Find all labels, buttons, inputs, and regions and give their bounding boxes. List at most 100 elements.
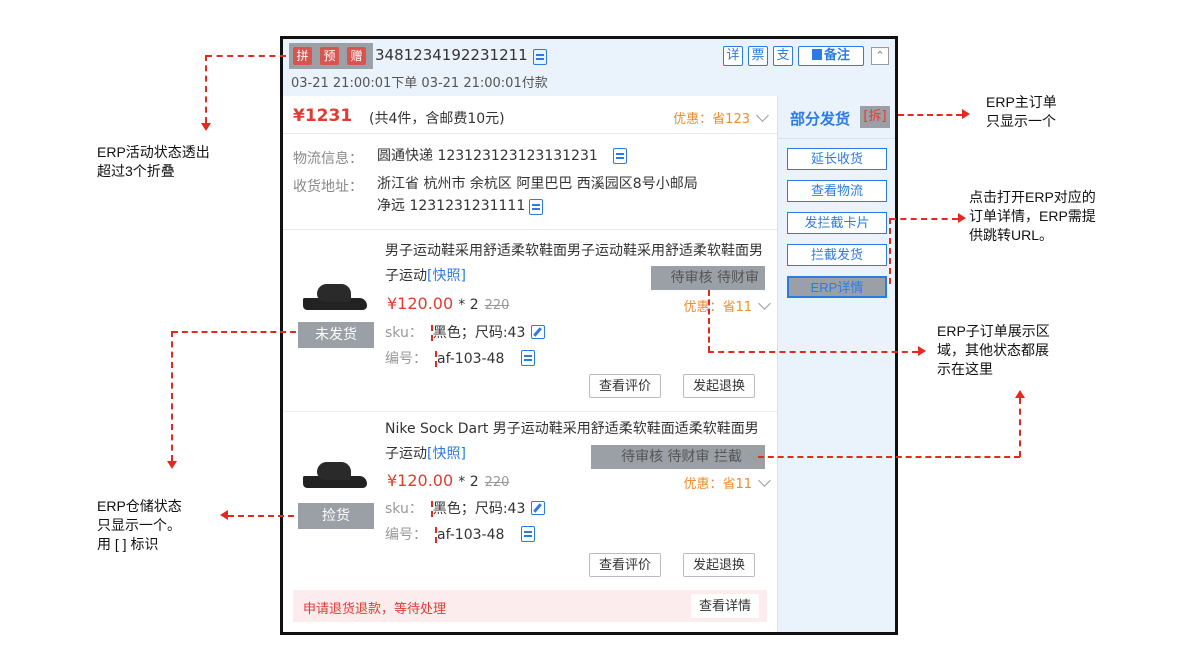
address-line-1: 浙江省 杭州市 余杭区 阿里巴巴 西溪园区8号小邮局 [377, 176, 698, 192]
annotation-line: ERP仓储状态 [97, 498, 182, 514]
copy-icon[interactable] [529, 199, 543, 215]
logistics-label: 物流信息： [293, 151, 363, 167]
invoice-button[interactable]: 票 [748, 46, 768, 66]
annotation-line: 超过3个折叠 [97, 163, 175, 179]
view-review-button[interactable]: 查看评价 [589, 553, 662, 577]
item-discount-label: 优惠：省11 [683, 477, 752, 492]
return-exchange-button[interactable]: 发起退换 [683, 553, 756, 577]
divider [778, 138, 895, 139]
price-value: ¥120.00 [387, 471, 454, 490]
return-exchange-button[interactable]: 发起退换 [683, 374, 756, 398]
chevron-down-icon [758, 474, 771, 487]
order-summary: ¥1231 (共4件，含邮费10元) 优惠：省123 [283, 96, 777, 134]
annotation-line: 订单详情，ERP需提 [969, 208, 1096, 224]
logistics-section: 物流信息： 圆通快递 123123123123131231 收货地址： 浙江省 … [283, 134, 777, 230]
code-label: 编号： [385, 351, 427, 367]
item-price: ¥120.00 * 2 220 [387, 471, 509, 490]
erp-sub-status: 待审核 待财审 [651, 266, 765, 290]
annotation-line: ERP活动状态透出 [97, 144, 210, 160]
code-label: 编号： [385, 527, 427, 543]
sku-row: sku： 黑色；尺码:43 [385, 498, 546, 518]
item-discount[interactable]: 优惠：省11 [683, 296, 771, 315]
extend-receipt-button[interactable]: 延长收货 [787, 148, 887, 170]
logistics-value: 圆通快递 123123123123131231 [377, 148, 598, 164]
annotation-line: 域，其他状态都展 [937, 342, 1049, 358]
item-discount[interactable]: 优惠：省11 [683, 473, 771, 492]
annotation-line: ERP子订单展示区 [937, 323, 1050, 339]
snapshot-link[interactable]: [快照] [427, 268, 466, 284]
connector-line [898, 114, 962, 116]
connector-line [708, 351, 918, 353]
sku-label: sku： [385, 501, 423, 517]
connector-line [1019, 398, 1021, 457]
price-value: ¥120.00 [387, 294, 454, 313]
chevron-down-icon [756, 109, 769, 122]
connector-line [708, 290, 710, 352]
order-item: 未发货 男子运动鞋采用舒适柔软鞋面男子运动鞋采用舒适柔软鞋面男子运动[快照] 待… [283, 230, 777, 414]
split-order-badge: [拆] [860, 106, 890, 128]
address-label: 收货地址： [293, 179, 363, 195]
pay-button[interactable]: 支 [773, 46, 793, 66]
shipping-status: 部分发货 [790, 110, 851, 128]
product-image[interactable] [295, 428, 373, 506]
sku-value: 黑色；尺码:43 [430, 501, 526, 517]
note-button[interactable]: 备注 [798, 46, 864, 66]
quantity: * 2 [458, 474, 479, 490]
intercept-shipping-button[interactable]: 拦截发货 [787, 244, 887, 266]
shoe-image [303, 460, 367, 488]
total-price: ¥1231 [293, 106, 353, 126]
code-row: 编号： af-103-48 [385, 524, 505, 544]
tag-group-buy: 拼 [293, 47, 312, 65]
copy-icon[interactable] [613, 148, 627, 164]
item-discount-label: 优惠：省11 [683, 300, 752, 315]
copy-icon[interactable] [521, 350, 535, 366]
note-label: 备注 [823, 48, 850, 63]
edit-icon[interactable] [531, 501, 546, 515]
order-header: 拼 预 赠 3481234192231211 03-21 21:00:01下单 … [283, 39, 895, 96]
arrow-icon [958, 213, 966, 223]
erp-sub-status-text: 待审核 待财审 拦截 [621, 449, 742, 465]
annotation-line: ERP主订单 [986, 94, 1057, 110]
item-count: (共4件，含邮费10元) [369, 111, 505, 127]
detail-button[interactable]: 详 [723, 46, 743, 66]
original-price: 220 [484, 298, 510, 313]
chevron-down-icon [758, 297, 771, 310]
erp-sub-status: 待审核 待财审 拦截 [591, 445, 765, 469]
erp-detail-button[interactable]: ERP详情 [787, 276, 887, 298]
annotation-sub-order: ERP子订单展示区 域，其他状态都展 示在这里 [937, 322, 1050, 379]
connector-line [758, 456, 1020, 458]
copy-icon[interactable] [521, 526, 535, 542]
collapse-icon[interactable]: ⌃ [871, 47, 889, 65]
order-discount-label: 优惠：省123 [673, 112, 750, 127]
order-item: 捡货 Nike Sock Dart 男子运动鞋采用舒适柔软鞋面适柔软鞋面男子运动… [283, 412, 777, 590]
sku-row: sku： 黑色；尺码:43 [385, 322, 546, 342]
tag-presale: 预 [320, 47, 339, 65]
snapshot-link[interactable]: [快照] [427, 446, 466, 462]
code-value: af-103-48 [435, 351, 505, 367]
connector-line [890, 218, 958, 220]
view-review-button[interactable]: 查看评价 [589, 374, 662, 398]
connector-line [171, 331, 173, 461]
annotation-activity: ERP活动状态透出 超过3个折叠 [97, 143, 210, 181]
connector-line [205, 55, 207, 123]
product-image[interactable] [295, 250, 373, 328]
annotation-erp-link: 点击打开ERP对应的 订单详情，ERP需提 供跳转URL。 [969, 188, 1096, 245]
sku-value: 黑色；尺码:43 [430, 325, 526, 341]
copy-icon[interactable] [533, 49, 547, 65]
quantity: * 2 [458, 297, 479, 313]
view-refund-detail-button[interactable]: 查看详情 [690, 594, 759, 618]
order-discount[interactable]: 优惠：省123 [673, 108, 769, 127]
view-logistics-button[interactable]: 查看物流 [787, 180, 887, 202]
annotation-main-order: ERP主订单 只显示一个 [986, 93, 1057, 131]
arrow-icon [918, 346, 926, 356]
annotation-line: 只显示一个。 [97, 517, 181, 533]
annotation-line: 用 [ ] 标识 [97, 536, 159, 552]
arrow-icon [1015, 390, 1025, 398]
annotation-line: 点击打开ERP对应的 [969, 189, 1096, 205]
edit-icon[interactable] [531, 325, 546, 339]
connector-line [228, 515, 294, 517]
annotation-line: 供跳转URL。 [969, 227, 1054, 243]
intercept-card-button[interactable]: 发拦截卡片 [787, 212, 887, 234]
sku-label: sku： [385, 325, 423, 341]
annotation-line: 只显示一个 [986, 113, 1056, 129]
